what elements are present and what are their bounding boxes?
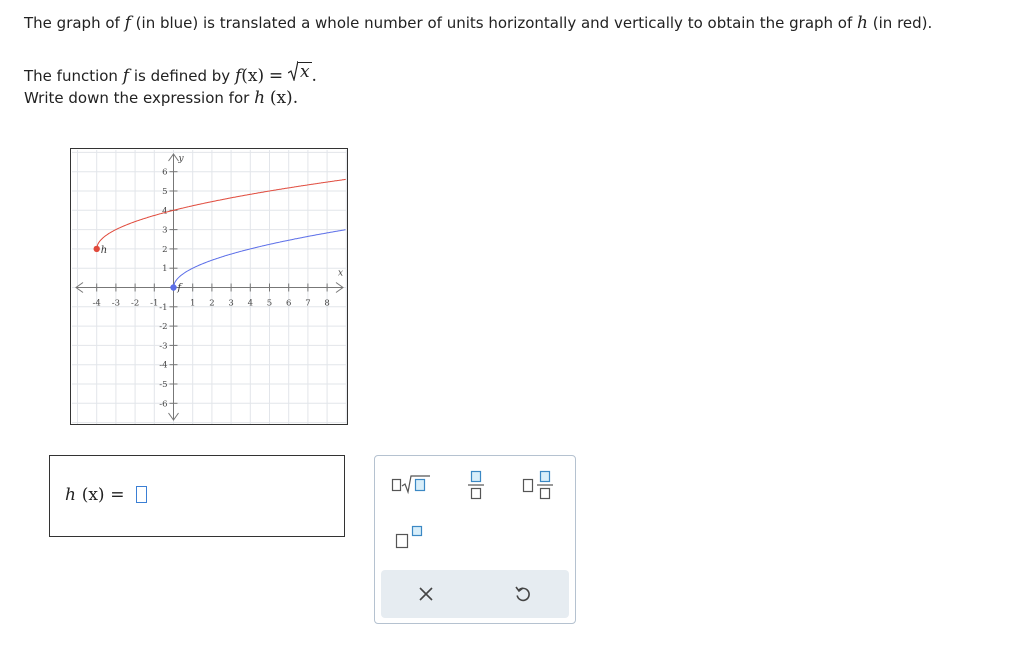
x-tick-label: -1 (150, 299, 158, 309)
question-text: . (292, 88, 299, 108)
h-start-point (93, 245, 100, 253)
function-argument: (x) (241, 66, 265, 86)
y-tick-label: -4 (159, 361, 167, 371)
x-tick-label: 4 (248, 299, 253, 309)
question-line-3: Write down the expression for h (x). (24, 88, 298, 108)
question-line-2: The function f is defined by f(x) = x. (24, 61, 317, 86)
function-h: h (254, 88, 266, 108)
y-tick-label: -5 (159, 380, 167, 390)
question-text: Write down the expression for (24, 89, 250, 107)
y-tick-label: -3 (159, 341, 167, 351)
function-argument: (x) (269, 88, 293, 108)
question-text: is defined by (133, 67, 231, 85)
y-tick-label: -2 (159, 322, 167, 332)
action-bar (381, 570, 569, 618)
undo-icon (515, 586, 530, 602)
radical-icon (287, 61, 298, 81)
y-tick-label: 1 (162, 264, 167, 274)
question-text: The graph of (24, 14, 120, 32)
mixed-number-button[interactable] (522, 469, 556, 507)
y-tick-label: -1 (159, 303, 167, 313)
x-tick-label: 3 (228, 299, 233, 309)
clear-button[interactable] (418, 586, 434, 606)
square-root-icon (391, 475, 430, 495)
question-text: The function (24, 67, 118, 85)
fraction-button[interactable] (466, 469, 486, 507)
graph-frame (70, 148, 348, 425)
function-h: h (857, 13, 868, 33)
undo-button[interactable] (514, 585, 532, 607)
y-tick-label: 3 (162, 226, 167, 236)
y-tick-label: 5 (162, 187, 167, 197)
mixed-number-icon (522, 470, 553, 500)
question-text: (in red). (872, 14, 933, 32)
y-tick-label: 2 (162, 245, 167, 255)
answer-equals: = (110, 485, 125, 505)
answer-input[interactable] (136, 486, 148, 503)
coordinate-graph: -4 -3 -2 -1 1 2 3 4 5 6 7 8654321-1-2-3-4-5-6xy fh (70, 148, 348, 425)
exponent-icon (395, 525, 423, 549)
question-text: . (311, 66, 317, 86)
answer-function-h: h (65, 485, 76, 505)
x-tick-label: 6 (286, 299, 291, 309)
function-f: f (122, 66, 130, 86)
y-tick-label: 4 (162, 206, 167, 216)
x-tick-label: -3 (112, 299, 120, 309)
square-root-button[interactable] (391, 473, 431, 499)
answer-expression: h (x) = (65, 484, 148, 505)
question-text: (in blue) is translated a whole number o… (135, 14, 853, 32)
x-tick-label: 1 (190, 299, 195, 309)
y-tick-label: -6 (159, 399, 167, 409)
x-tick-label: -4 (93, 299, 101, 309)
answer-box: h (x) = (49, 455, 345, 537)
radicand: x (297, 62, 312, 82)
square-root-expression: x (287, 61, 312, 82)
x-tick-label: 8 (324, 299, 329, 309)
h-label: h (101, 245, 107, 256)
fraction-icon (468, 470, 484, 500)
function-f: f (124, 13, 131, 33)
x-tick-label: 2 (209, 299, 214, 309)
equals-sign: = (268, 66, 284, 86)
x-tick-label: 5 (267, 299, 272, 309)
x-tick-label: -2 (131, 299, 139, 309)
y-tick-label: 6 (162, 168, 167, 178)
question-line-1: The graph of f (in blue) is translated a… (24, 13, 932, 33)
x-tick-label: 7 (305, 299, 310, 309)
exponent-button[interactable] (395, 524, 429, 554)
math-palette (374, 455, 576, 624)
y-axis-label: y (178, 154, 185, 164)
answer-argument: (x) (81, 485, 105, 505)
close-icon (419, 587, 433, 601)
f-start-point (170, 284, 177, 291)
x-axis-label: x (338, 269, 343, 279)
